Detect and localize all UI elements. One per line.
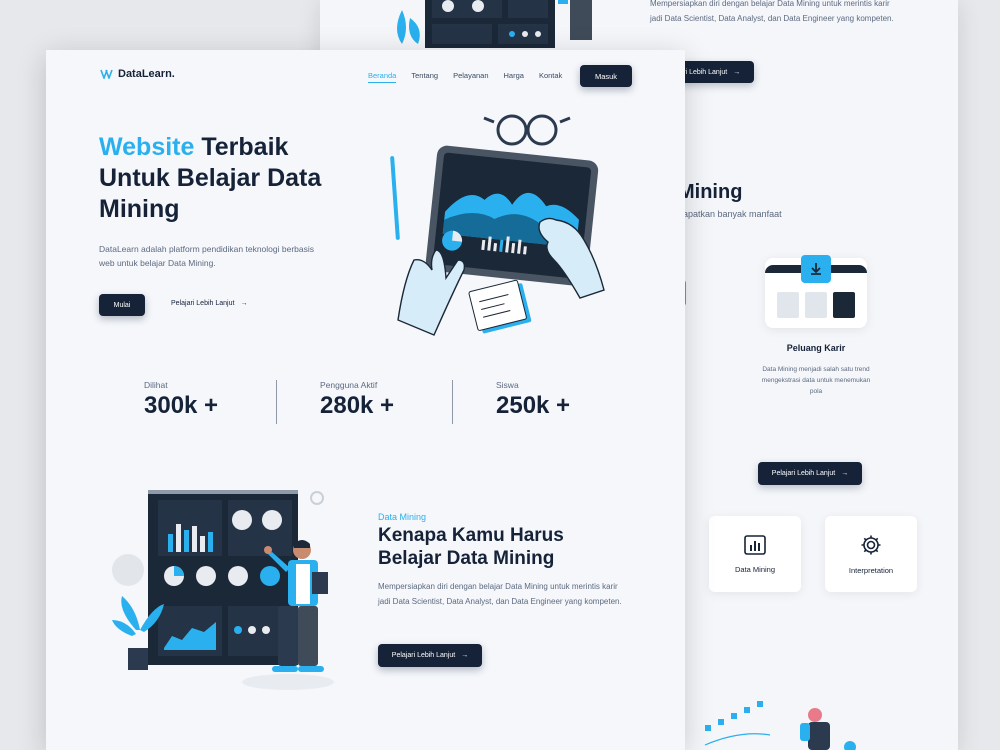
- feature-card-label: Interpretation: [848, 565, 894, 575]
- stat-label: Pengguna Aktif: [320, 380, 378, 390]
- dashboard-presenter-illustration: [112, 490, 334, 690]
- section-learn-more-button[interactable]: Pelajari Lebih Lanjut →: [378, 644, 482, 667]
- arrow-right-icon: →: [240, 300, 248, 307]
- nav-item-tentang[interactable]: Tentang: [411, 71, 438, 83]
- stat-label: Dilihat: [144, 380, 168, 390]
- file-icon: [777, 292, 799, 318]
- stat-value: 300k +: [144, 392, 219, 419]
- bar-chart-icon: [744, 534, 766, 555]
- arrow-right-icon: →: [733, 68, 741, 76]
- section-description: Mempersiapkan diri dengan belajar Data M…: [378, 582, 622, 606]
- nav-item-kontak[interactable]: Kontak: [539, 71, 562, 83]
- hero-title: Website Terbaik Untuk Belajar Data Minin…: [99, 132, 359, 225]
- feature-card-label: Data Mining: [734, 564, 776, 574]
- landing-page: DataLearn. Beranda Tentang Pelayanan Har…: [46, 50, 685, 750]
- stat-label: Siswa: [496, 380, 519, 390]
- stats-row: Dilihat 300k + Pengguna Aktif 280k + Sis…: [144, 380, 604, 424]
- logo-icon: [100, 69, 113, 79]
- hero-description: DataLearn adalah platform pendidikan tek…: [99, 244, 315, 268]
- stat-item: Siswa 250k +: [496, 380, 570, 420]
- start-button[interactable]: Mulai: [99, 294, 145, 316]
- file-icon: [805, 292, 827, 318]
- hero-tablet-illustration: [390, 114, 605, 336]
- nav-item-beranda[interactable]: Beranda: [368, 71, 397, 83]
- feature-card-interpretation[interactable]: Interpretation: [825, 516, 917, 592]
- section-learn-more-label: Pelajari Lebih Lanjut: [391, 652, 456, 659]
- login-button[interactable]: Masuk: [580, 65, 632, 87]
- stat-item: Pengguna Aktif 280k +: [320, 380, 394, 420]
- nav-item-pelayanan[interactable]: Pelayanan: [453, 71, 488, 83]
- gear-icon: [861, 535, 881, 554]
- career-card-title: Peluang Karir: [786, 343, 846, 353]
- feature-card-data-mining[interactable]: Data Mining: [709, 516, 801, 592]
- back-mid-learn-more-label: Pelajari Lebih Lanjut: [771, 470, 836, 477]
- arrow-right-icon: →: [841, 470, 849, 477]
- stat-divider: [276, 380, 277, 424]
- back-bottom-illustration: [704, 701, 856, 750]
- back-section-subheading: dapatkan banyak manfaat: [678, 209, 782, 219]
- stat-divider: [452, 380, 453, 424]
- back-section-heading: Mining: [678, 181, 743, 203]
- section-title: Kenapa Kamu Harus Belajar Data Mining: [378, 525, 564, 569]
- learn-more-link[interactable]: Pelajari Lebih Lanjut →: [171, 300, 247, 307]
- arrow-right-icon: →: [461, 652, 469, 659]
- section-tag: Data Mining: [378, 512, 427, 522]
- file-icon: [833, 292, 855, 318]
- hero-title-highlight: Website: [99, 133, 195, 161]
- career-card-description: Data Mining menjadi salah satu trend men…: [761, 366, 871, 395]
- stat-value: 280k +: [320, 392, 395, 419]
- nav-item-harga[interactable]: Harga: [504, 71, 524, 83]
- learn-more-label: Pelajari Lebih Lanjut: [171, 300, 235, 307]
- logo-text: DataLearn.: [118, 68, 175, 80]
- main-nav: Beranda Tentang Pelayanan Harga Kontak: [368, 71, 562, 83]
- stat-value: 250k +: [496, 392, 571, 419]
- back-top-illustration: [397, 0, 592, 48]
- download-icon: [801, 255, 831, 283]
- career-card-illustration: [765, 255, 867, 328]
- back-mid-learn-more-button[interactable]: Pelajari Lebih Lanjut →: [758, 462, 862, 485]
- back-top-description: Mempersiapkan diri dengan belajar Data M…: [650, 0, 894, 23]
- logo[interactable]: DataLearn.: [100, 68, 175, 80]
- glasses-icon: [483, 114, 571, 146]
- stat-item: Dilihat 300k +: [144, 380, 218, 420]
